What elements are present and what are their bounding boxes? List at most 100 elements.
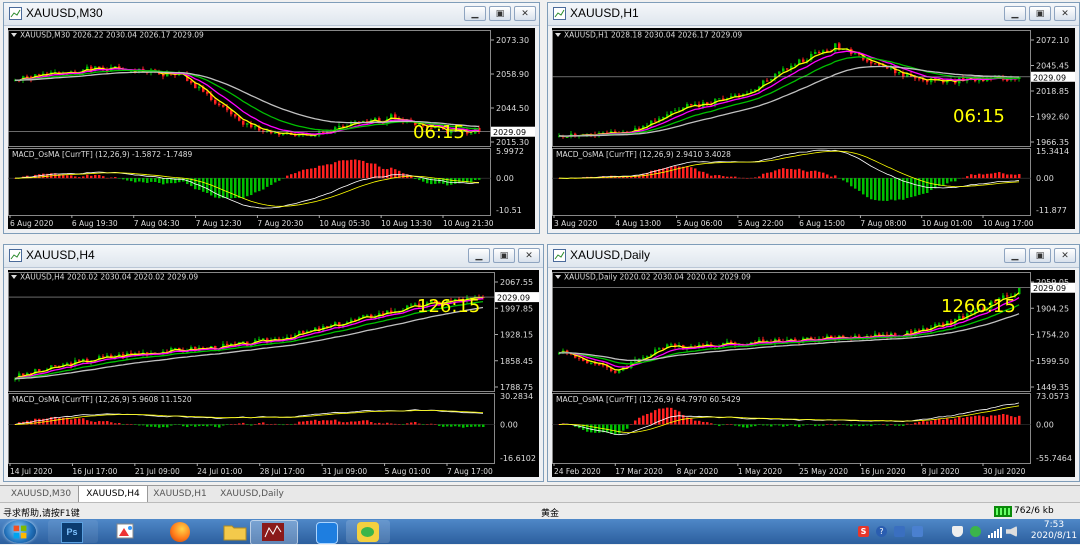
maximize-button[interactable]: ▣ (1029, 6, 1051, 21)
macd-bar (478, 178, 481, 180)
taskbar-app-blue[interactable] (302, 520, 352, 544)
taskbar-firefox[interactable] (156, 520, 206, 543)
time-tick-label: 16 Jul 17:00 (72, 467, 117, 476)
taskbar-wechat[interactable] (346, 520, 390, 543)
minimize-button[interactable]: ▁ (468, 248, 490, 263)
macd-bar (410, 176, 413, 179)
macd-bar (134, 424, 137, 425)
taskbar-mt4[interactable] (250, 520, 298, 545)
macd-bar (970, 416, 973, 425)
keyboard-icon[interactable] (894, 526, 905, 537)
chart-ohlc-info: XAUUSD,H1 2028.18 2030.04 2026.17 2029.0… (564, 31, 742, 40)
minimize-button[interactable]: ▁ (1004, 6, 1026, 21)
clock[interactable]: 7:53 2020/8/11 (1030, 520, 1078, 544)
chart-canvas[interactable]: 2029.09 2072.10 2045.45 2018.85 1992.60 1966.… (552, 28, 1075, 229)
help-icon[interactable]: ? (876, 526, 887, 537)
minimize-button[interactable]: ▁ (464, 6, 486, 21)
chart-window-m30[interactable]: XAUUSD,M30 ▁ ▣ ✕ 2029.09 2073.30 2058.90 20… (3, 2, 540, 234)
price-tick-label: 2015.30 (496, 138, 529, 147)
macd-bar (734, 424, 737, 426)
chart-tab-bar: XAUUSD,M30 XAUUSD,H4 XAUUSD,H1 XAUUSD,Da… (0, 485, 1080, 503)
macd-bar (250, 178, 253, 196)
macd-bar (1014, 417, 1017, 425)
sogou-icon[interactable]: S (858, 526, 869, 537)
macd-bar (1010, 174, 1013, 179)
time-tick-label: 6 Aug 2020 (10, 219, 53, 228)
macd-bar (458, 424, 461, 427)
close-button[interactable]: ✕ (1054, 248, 1076, 263)
taskbar-photoshop[interactable]: Ps (48, 520, 98, 543)
close-button[interactable]: ✕ (518, 248, 540, 263)
start-button[interactable] (4, 520, 36, 543)
macd-bar (978, 173, 981, 179)
macd-bar (102, 421, 105, 425)
maximize-button[interactable]: ▣ (1029, 248, 1051, 263)
candle-body (262, 338, 265, 340)
macd-bar (894, 178, 897, 201)
window-titlebar[interactable]: XAUUSD,M30 ▁ ▣ ✕ (4, 3, 539, 26)
macd-bar (134, 178, 137, 183)
macd-bar (114, 177, 117, 179)
status-profile: 黄金 (541, 509, 560, 519)
time-tick-label: 30 Jul 2020 (983, 467, 1026, 476)
candle-body (938, 323, 941, 325)
macd-bar (106, 177, 109, 179)
candle-body (190, 80, 193, 83)
macd-bar (670, 166, 673, 179)
macd-bar (238, 423, 241, 425)
tab-xauusd-h4[interactable]: XAUUSD,H4 (78, 486, 148, 503)
chart-window-h1[interactable]: XAUUSD,H1 ▁ ▣ ✕ 2029.09 2072.10 2045.45 201… (547, 2, 1080, 234)
maximize-button[interactable]: ▣ (493, 248, 515, 263)
volume-icon[interactable] (1006, 526, 1017, 537)
maximize-button[interactable]: ▣ (489, 6, 511, 21)
window-titlebar[interactable]: XAUUSD,H4 ▁ ▣ ✕ (4, 245, 543, 268)
chart-window-h4[interactable]: XAUUSD,H4 ▁ ▣ ✕ 2029.09 2067.55 1997.85 192… (3, 244, 544, 482)
chart-canvas[interactable]: 2029.09 2073.30 2058.90 2044.50 2015.30 XAUUS… (8, 28, 535, 229)
time-tick-label: 6 Aug 15:00 (799, 219, 845, 228)
macd-bar (950, 178, 953, 182)
candle-body (782, 68, 785, 72)
macd-bar (838, 178, 841, 179)
macd-bar (934, 419, 937, 425)
macd-bar (870, 178, 873, 200)
macd-bar (298, 171, 301, 179)
macd-bar (730, 424, 733, 425)
macd-bar (854, 178, 857, 189)
macd-bar (102, 176, 105, 179)
macd-bar (890, 178, 893, 200)
tab-xauusd-m30[interactable]: XAUUSD,M30 (4, 486, 78, 502)
candle-body (718, 98, 721, 100)
taskbar-paint[interactable] (102, 520, 152, 543)
macd-bar (98, 175, 101, 179)
macd-bar (642, 415, 645, 425)
chart-canvas[interactable]: 2029.09 2067.55 1997.85 1928.15 1858.45 1788.… (8, 270, 539, 477)
minimize-button[interactable]: ▁ (1004, 248, 1026, 263)
pen-icon[interactable] (912, 526, 923, 537)
macd-bar (222, 424, 225, 426)
macd-bar (738, 177, 741, 179)
candle-body (254, 126, 257, 128)
chart-window-daily[interactable]: XAUUSD,Daily ▁ ▣ ✕ 2029.09 2059.05 1904.25… (547, 244, 1080, 482)
macd-bar (794, 424, 797, 427)
macd-bar (702, 171, 705, 179)
shield-icon[interactable] (952, 526, 963, 537)
chart-canvas[interactable]: 2029.09 2059.05 1904.25 1754.20 1599.50 1449.… (552, 270, 1075, 477)
tab-xauusd-daily[interactable]: XAUUSD,Daily (214, 486, 290, 502)
network-signal-icon[interactable] (988, 527, 1002, 538)
macd-bar (910, 178, 913, 198)
tab-xauusd-h1[interactable]: XAUUSD,H1 (146, 486, 214, 502)
macd-bar (302, 421, 305, 425)
close-button[interactable]: ✕ (1054, 6, 1076, 21)
macd-bar (894, 424, 897, 426)
macd-bar (142, 424, 145, 426)
security-icon[interactable] (970, 526, 981, 537)
macd-bar (778, 424, 781, 426)
price-tick-label: 1599.50 (1036, 357, 1069, 366)
macd-bar (746, 424, 749, 428)
window-titlebar[interactable]: XAUUSD,Daily ▁ ▣ ✕ (548, 245, 1079, 268)
chart-menu-arrow (555, 275, 561, 279)
close-button[interactable]: ✕ (514, 6, 536, 21)
window-titlebar[interactable]: XAUUSD,H1 ▁ ▣ ✕ (548, 3, 1079, 26)
macd-bar (290, 424, 293, 425)
chart-window-icon (553, 7, 566, 20)
